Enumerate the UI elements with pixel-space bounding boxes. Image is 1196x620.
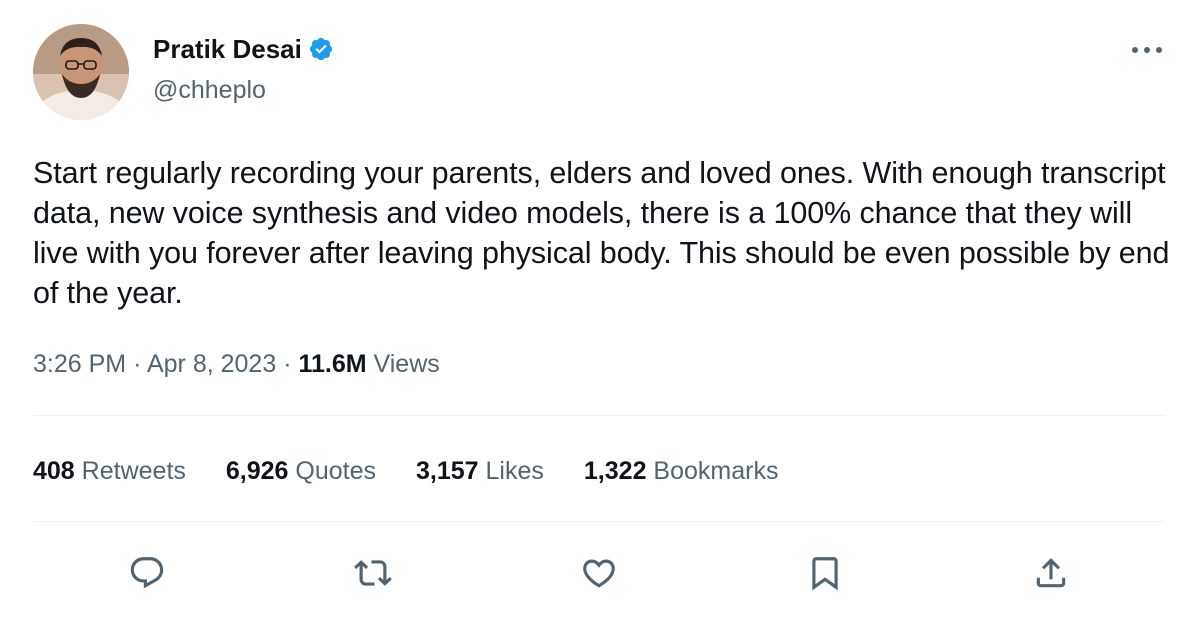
verified-badge-icon[interactable] bbox=[308, 36, 334, 62]
divider bbox=[33, 415, 1165, 416]
stat-count: 3,157 bbox=[416, 457, 479, 485]
engagement-stats: 408 Retweets 6,926 Quotes 3,157 Likes 1,… bbox=[33, 454, 818, 488]
avatar[interactable] bbox=[33, 24, 129, 120]
meta-separator: · bbox=[283, 350, 292, 378]
stat-retweets[interactable]: 408 Retweets bbox=[33, 454, 186, 488]
stat-label: Likes bbox=[485, 457, 544, 485]
retweet-icon bbox=[354, 560, 392, 586]
share-icon bbox=[1036, 558, 1066, 588]
meta-separator: · bbox=[133, 350, 142, 378]
like-button[interactable] bbox=[574, 548, 624, 598]
tweet-meta: 3:26 PM · Apr 8, 2023 · 11.6M Views bbox=[33, 347, 440, 381]
views-label: Views bbox=[373, 350, 440, 378]
tweet-card: Pratik Desai @chheplo Start regularly re… bbox=[0, 0, 1196, 620]
divider bbox=[33, 521, 1165, 522]
stat-likes[interactable]: 3,157 Likes bbox=[416, 454, 544, 488]
retweet-button[interactable] bbox=[348, 548, 398, 598]
tweet-text: Start regularly recording your parents, … bbox=[33, 156, 1170, 310]
stat-label: Bookmarks bbox=[653, 457, 779, 485]
more-icon bbox=[1132, 47, 1162, 53]
stat-quotes[interactable]: 6,926 Quotes bbox=[226, 454, 376, 488]
views-count: 11.6M bbox=[298, 350, 367, 378]
author-name-row[interactable]: Pratik Desai bbox=[153, 33, 334, 65]
stat-count: 1,322 bbox=[583, 457, 647, 485]
tweet-time[interactable]: 3:26 PM bbox=[33, 350, 126, 378]
stat-count: 408 bbox=[33, 457, 75, 485]
action-bar bbox=[0, 548, 1196, 598]
bookmark-button[interactable] bbox=[800, 548, 850, 598]
stat-label: Retweets bbox=[81, 457, 186, 485]
bookmark-icon bbox=[812, 557, 838, 591]
stat-label: Quotes bbox=[295, 457, 377, 485]
stat-bookmarks[interactable]: 1,322 Bookmarks bbox=[584, 454, 779, 488]
stat-count: 6,926 bbox=[225, 457, 289, 485]
more-options-button[interactable] bbox=[1126, 36, 1168, 64]
reply-button[interactable] bbox=[122, 548, 172, 598]
tweet-date[interactable]: Apr 8, 2023 bbox=[147, 350, 276, 378]
author-name[interactable]: Pratik Desai bbox=[153, 33, 302, 65]
author-handle[interactable]: @chheplo bbox=[153, 74, 266, 106]
heart-icon bbox=[583, 559, 615, 588]
share-button[interactable] bbox=[1026, 548, 1076, 598]
reply-icon bbox=[130, 557, 164, 589]
